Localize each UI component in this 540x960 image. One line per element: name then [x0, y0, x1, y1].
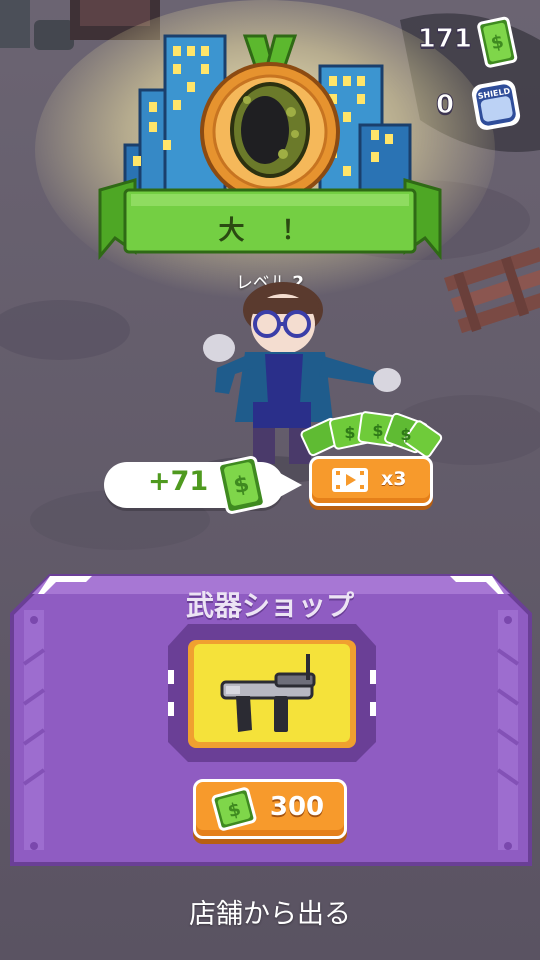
svg-text:$: $: [400, 425, 411, 444]
video-ad-icon: [332, 468, 368, 492]
price-label: 300: [269, 792, 325, 822]
shop-title: 武器ショップ: [185, 589, 354, 622]
shield-icon: SHIELD: [471, 80, 521, 130]
svg-text:$: $: [344, 423, 355, 442]
cash-icon: $: [477, 16, 518, 68]
cash-icon: $: [211, 787, 257, 831]
svg-text:$: $: [372, 421, 383, 440]
multiplier-label: x3: [381, 468, 407, 490]
exit-shop-button[interactable]: 店舗から出る: [120, 892, 420, 931]
skull-mask-icon: [230, 82, 310, 178]
submachine-gun-icon[interactable]: [216, 652, 336, 742]
cash-pile-icon: $ $ $: [300, 411, 443, 458]
cash-stack-icon: $: [217, 455, 266, 514]
rank-title: 大 ！: [218, 216, 322, 246]
arrow-right-icon: [278, 472, 302, 498]
